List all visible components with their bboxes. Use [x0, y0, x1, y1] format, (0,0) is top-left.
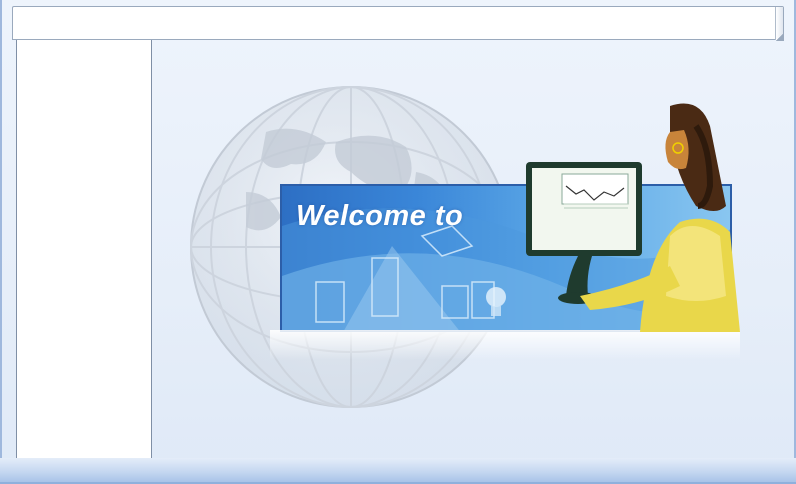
banner-reflection: [270, 330, 740, 360]
monitor-icon: [526, 162, 642, 304]
banner-title: Welcome to: [296, 200, 464, 232]
top-header-scroll-cap: [775, 7, 784, 41]
woman-at-monitor-illustration: [526, 103, 740, 332]
left-navigation-panel: [16, 40, 152, 464]
bottom-status-bar: [0, 458, 796, 484]
top-header-panel: [12, 6, 784, 41]
lightbulb-icon: [486, 287, 506, 316]
